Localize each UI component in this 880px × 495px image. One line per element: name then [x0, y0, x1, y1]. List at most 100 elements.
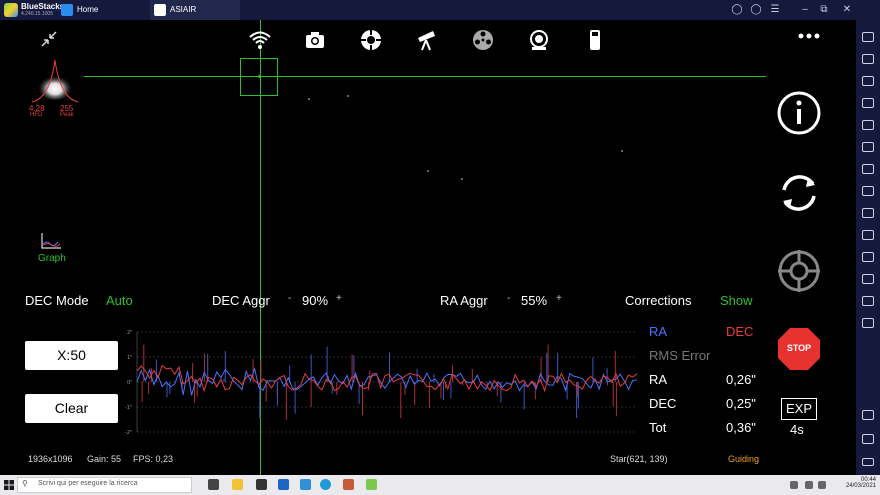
windows-start-icon[interactable] — [4, 480, 14, 490]
guiding-status: Guiding — [728, 454, 760, 464]
close-icon[interactable]: ✕ — [838, 0, 856, 20]
home-icon — [61, 4, 73, 16]
dec-aggr-label: DEC Aggr — [212, 293, 270, 308]
graph-label[interactable]: Graph — [38, 253, 66, 264]
info-icon[interactable] — [776, 90, 822, 136]
star-position-status: Star(621, 139) — [610, 454, 668, 464]
taskbar-search-input[interactable]: ⚲ Scrivi qui per eseguire la ricerca — [17, 477, 192, 493]
dec-series-line — [136, 364, 638, 393]
sidebar-expand-icon[interactable] — [862, 32, 874, 42]
rms-dec-label: DEC — [649, 396, 677, 411]
dec-mode-label: DEC Mode — [25, 293, 89, 308]
bluestacks-logo-icon — [4, 3, 18, 17]
stop-button[interactable]: STOP — [776, 326, 822, 372]
dec-aggr-decrease[interactable]: - — [288, 293, 291, 304]
app-icon[interactable] — [343, 479, 354, 490]
sidebar-help-icon[interactable] — [862, 410, 874, 420]
dec-aggr-increase[interactable]: + — [336, 293, 342, 304]
volume-icon[interactable] — [818, 481, 826, 489]
bell-icon[interactable]: ◯ — [728, 0, 746, 20]
guide-graph: 2" 1" 0" -1" -2" — [125, 330, 638, 436]
rms-total-value: 0,36" — [726, 420, 756, 435]
exposure-button[interactable]: EXP — [781, 398, 817, 420]
sidebar-location-icon[interactable] — [862, 274, 874, 284]
camera-icon[interactable] — [303, 28, 327, 52]
taskbar-search-placeholder: Scrivi qui per eseguire la ricerca — [38, 480, 138, 487]
star — [308, 98, 310, 100]
sidebar-install-icon[interactable] — [862, 120, 874, 130]
graph-icon[interactable] — [40, 232, 62, 250]
hfd-star-profile — [31, 59, 79, 103]
app-version: 4.240.15.1005 — [21, 11, 53, 17]
rms-ra-label: RA — [649, 372, 668, 387]
account-icon[interactable]: ◯ — [747, 0, 765, 20]
file-explorer-icon[interactable] — [232, 479, 243, 490]
star — [461, 178, 463, 180]
rms-total-label: Tot — [649, 420, 667, 435]
sidebar-eco-icon[interactable] — [862, 296, 874, 306]
focuser-icon[interactable] — [527, 28, 551, 52]
scale-button[interactable]: X:50 — [25, 341, 118, 370]
store-icon[interactable] — [256, 479, 267, 490]
tab-home-label: Home — [77, 5, 99, 14]
filter-wheel-icon[interactable] — [471, 28, 495, 52]
star — [427, 170, 429, 172]
rms-error-title: RMS Error — [649, 348, 711, 363]
dec-mode-value[interactable]: Auto — [106, 293, 133, 308]
clock-date: 24/03/2021 — [845, 483, 876, 489]
more-icon[interactable] — [798, 30, 820, 42]
tab-home[interactable]: Home — [57, 0, 147, 20]
telescope-icon[interactable] — [415, 28, 439, 52]
edge-icon[interactable] — [320, 479, 331, 490]
tab-asiair[interactable]: ASIAIR — [150, 0, 240, 20]
sidebar-pointer-icon[interactable] — [862, 76, 874, 86]
minimize-icon[interactable]: – — [796, 0, 814, 20]
ra-aggr-decrease[interactable]: - — [507, 293, 510, 304]
sidebar-settings-icon[interactable] — [862, 434, 874, 444]
storage-icon[interactable] — [583, 28, 607, 52]
hfd-label: HFD — [30, 112, 43, 118]
sidebar-volume-icon[interactable] — [862, 54, 874, 64]
sidebar-back-icon[interactable] — [862, 458, 874, 466]
menu-icon[interactable]: ☰ — [766, 0, 784, 20]
star — [621, 150, 623, 152]
guide-camera-icon[interactable] — [359, 28, 383, 52]
tray-icon[interactable] — [790, 481, 798, 489]
sidebar-record-icon[interactable] — [862, 186, 874, 196]
refresh-icon[interactable] — [776, 170, 822, 216]
ra-aggr-increase[interactable]: + — [556, 293, 562, 304]
network-icon[interactable] — [805, 481, 813, 489]
sidebar-keyboard-icon[interactable] — [862, 98, 874, 108]
y-tick-label: 1" — [127, 355, 132, 361]
rms-ra-value: 0,26" — [726, 372, 756, 387]
sidebar-multi-instance-icon[interactable] — [862, 230, 874, 240]
peak-label: Peak — [60, 112, 74, 118]
stop-button-label: STOP — [786, 343, 812, 353]
bluestacks-taskbar-icon[interactable] — [366, 479, 377, 490]
sidebar-macro-icon[interactable] — [862, 252, 874, 262]
wifi-icon[interactable] — [248, 28, 272, 52]
mail-icon[interactable] — [278, 479, 289, 490]
task-view-icon[interactable] — [208, 479, 219, 490]
sidebar-screenshot-icon[interactable] — [862, 142, 874, 152]
restore-icon[interactable]: ⧉ — [815, 0, 833, 20]
corrections-label: Corrections — [625, 293, 692, 308]
dec-aggr-value: 90% — [302, 293, 329, 308]
crosshair-target-icon[interactable] — [776, 248, 822, 294]
y-tick-label: 0" — [127, 380, 132, 386]
collapse-icon[interactable] — [40, 30, 58, 48]
clear-button[interactable]: Clear — [25, 394, 118, 423]
resolution-status: 1936x1096 — [28, 454, 73, 464]
sidebar-camera-icon[interactable] — [862, 164, 874, 174]
ra-aggr-value: 55% — [521, 293, 548, 308]
bluestacks-sidebar — [856, 20, 880, 475]
y-tick-label: -2" — [125, 430, 132, 436]
legend-dec: DEC — [726, 324, 754, 339]
gain-status: Gain: 55 — [87, 454, 122, 464]
taskbar-clock[interactable]: 00:44 24/03/2021 — [846, 477, 876, 489]
sidebar-rotate-icon[interactable] — [862, 318, 874, 328]
photos-icon[interactable] — [300, 479, 311, 490]
corrections-toggle[interactable]: Show — [720, 293, 753, 308]
y-tick-label: -1" — [125, 405, 132, 411]
sidebar-folder-icon[interactable] — [862, 208, 874, 218]
